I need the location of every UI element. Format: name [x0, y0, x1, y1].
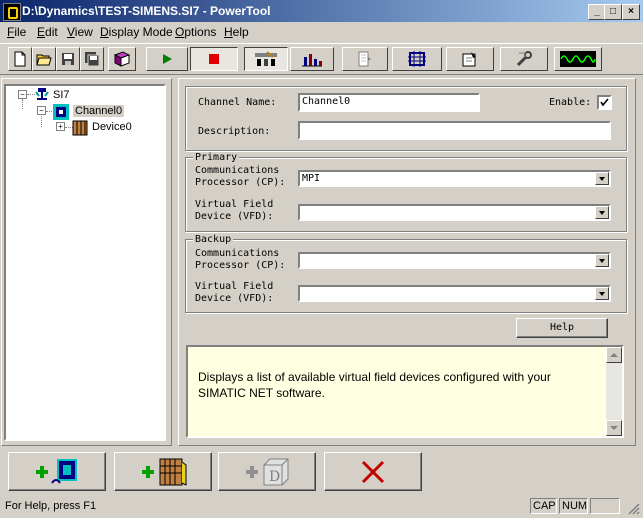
properties-button[interactable]: [342, 47, 388, 71]
statistics-icon: [302, 54, 322, 67]
collapse-icon[interactable]: −: [37, 106, 46, 115]
tree-view[interactable]: − SI7 − Channel0 + Device0: [4, 84, 166, 441]
chevron-down-icon[interactable]: [595, 254, 609, 267]
chevron-down-icon[interactable]: [595, 287, 609, 300]
menu-file[interactable]: File: [7, 25, 26, 39]
hardware-icon: [408, 51, 426, 67]
svg-text:D: D: [269, 469, 280, 485]
toolbar: [0, 43, 643, 75]
tree-label-device0: Device0: [92, 121, 132, 133]
primary-cp-value: MPI: [302, 173, 321, 184]
network-config-button[interactable]: [244, 47, 288, 71]
resize-grip-icon[interactable]: [626, 501, 640, 515]
stop-icon: [209, 54, 219, 64]
status-bar: For Help, press F1 CAP NUM: [0, 496, 643, 518]
add-datablock-button[interactable]: D: [218, 452, 316, 491]
collapse-icon[interactable]: −: [18, 90, 27, 99]
backup-cp-label-line2: Processor (CP):: [195, 260, 286, 271]
add-datablock-icon: D: [246, 458, 289, 485]
window-title: D:\Dynamics\TEST-SIMENS.SI7 - PowerTool: [22, 4, 271, 18]
new-button[interactable]: [8, 47, 32, 71]
channel-icon: [53, 104, 69, 120]
hardware-button[interactable]: [392, 47, 442, 71]
primary-cp-label-line1: Communications: [195, 165, 280, 176]
description-label: Description:: [198, 126, 271, 137]
backup-vfd-select[interactable]: [298, 285, 611, 302]
delete-icon: [361, 460, 385, 483]
menu-display-mode[interactable]: Display Mode: [100, 25, 173, 39]
menu-view[interactable]: View: [67, 25, 93, 39]
add-device-button[interactable]: [114, 452, 212, 491]
properties-icon: [358, 51, 371, 67]
tree-label-channel0: Channel0: [73, 105, 125, 117]
status-num: NUM: [559, 498, 588, 514]
book-button[interactable]: [108, 47, 136, 71]
save-all-button[interactable]: [80, 47, 104, 71]
run-button[interactable]: [146, 47, 188, 71]
signal-wave-icon: [560, 51, 596, 67]
backup-cp-select[interactable]: [298, 252, 611, 269]
status-scrl: [590, 498, 620, 514]
primary-vfd-label-line2: Device (VFD):: [195, 211, 274, 222]
settings-button[interactable]: [446, 47, 494, 71]
menu-bar: File Edit View Display Mode Options Help: [0, 22, 643, 42]
tree-label-si7: SI7: [53, 89, 70, 101]
add-channel-icon: [36, 458, 77, 484]
book-icon: [113, 51, 131, 67]
open-button[interactable]: [32, 47, 56, 71]
play-icon: [163, 54, 172, 64]
channel-name-label: Channel Name:: [198, 97, 277, 108]
backup-vfd-label-line1: Virtual Field: [195, 281, 274, 292]
channel-name-field[interactable]: Channel0: [298, 93, 480, 112]
add-device-icon: [142, 458, 187, 486]
backup-vfd-label-line2: Device (VFD):: [195, 293, 274, 304]
title-bar: D:\Dynamics\TEST-SIMENS.SI7 - PowerTool …: [0, 0, 643, 22]
save-button[interactable]: [56, 47, 80, 71]
device-icon: [72, 120, 88, 136]
open-icon: [36, 54, 52, 66]
primary-group-title: Primary: [193, 152, 240, 163]
status-message: For Help, press F1: [5, 500, 97, 512]
backup-cp-label-line1: Communications: [195, 248, 280, 259]
stop-button[interactable]: [190, 47, 238, 71]
maximize-button[interactable]: □: [604, 4, 622, 20]
delete-button[interactable]: [324, 452, 422, 491]
wrench-icon: [516, 51, 532, 67]
backup-group-title: Backup: [193, 234, 234, 245]
expand-icon[interactable]: +: [56, 122, 65, 131]
add-channel-button[interactable]: [8, 452, 106, 491]
help-button[interactable]: Help: [516, 318, 608, 338]
menu-edit[interactable]: Edit: [37, 25, 58, 39]
new-icon: [14, 51, 26, 67]
menu-help[interactable]: Help: [224, 25, 249, 39]
app-icon[interactable]: [3, 3, 21, 21]
settings-icon: [462, 52, 476, 67]
help-scrollbar[interactable]: [606, 347, 622, 436]
help-text-panel: Displays a list of available virtual fie…: [186, 345, 624, 438]
help-text: Displays a list of available virtual fie…: [198, 370, 551, 400]
description-field[interactable]: [298, 121, 611, 140]
primary-cp-select[interactable]: MPI: [298, 170, 611, 187]
network-config-icon: [255, 51, 277, 66]
save-icon: [62, 53, 74, 65]
scroll-down-icon[interactable]: [606, 420, 622, 436]
statistics-button[interactable]: [290, 47, 334, 71]
close-button[interactable]: ×: [622, 4, 640, 20]
menu-options[interactable]: Options: [175, 25, 216, 39]
primary-vfd-label-line1: Virtual Field: [195, 199, 274, 210]
plc-icon: [35, 88, 49, 100]
chevron-down-icon[interactable]: [595, 206, 609, 219]
enable-checkbox[interactable]: [597, 95, 612, 110]
primary-cp-label-line2: Processor (CP):: [195, 177, 286, 188]
enable-label: Enable:: [549, 97, 592, 108]
chevron-down-icon[interactable]: [595, 172, 609, 185]
wrench-button[interactable]: [500, 47, 548, 71]
primary-vfd-select[interactable]: [298, 204, 611, 221]
signal-button[interactable]: [554, 47, 602, 71]
save-all-icon: [85, 52, 100, 67]
scroll-up-icon[interactable]: [606, 347, 622, 363]
status-cap: CAP: [530, 498, 557, 514]
check-icon: [600, 98, 609, 107]
